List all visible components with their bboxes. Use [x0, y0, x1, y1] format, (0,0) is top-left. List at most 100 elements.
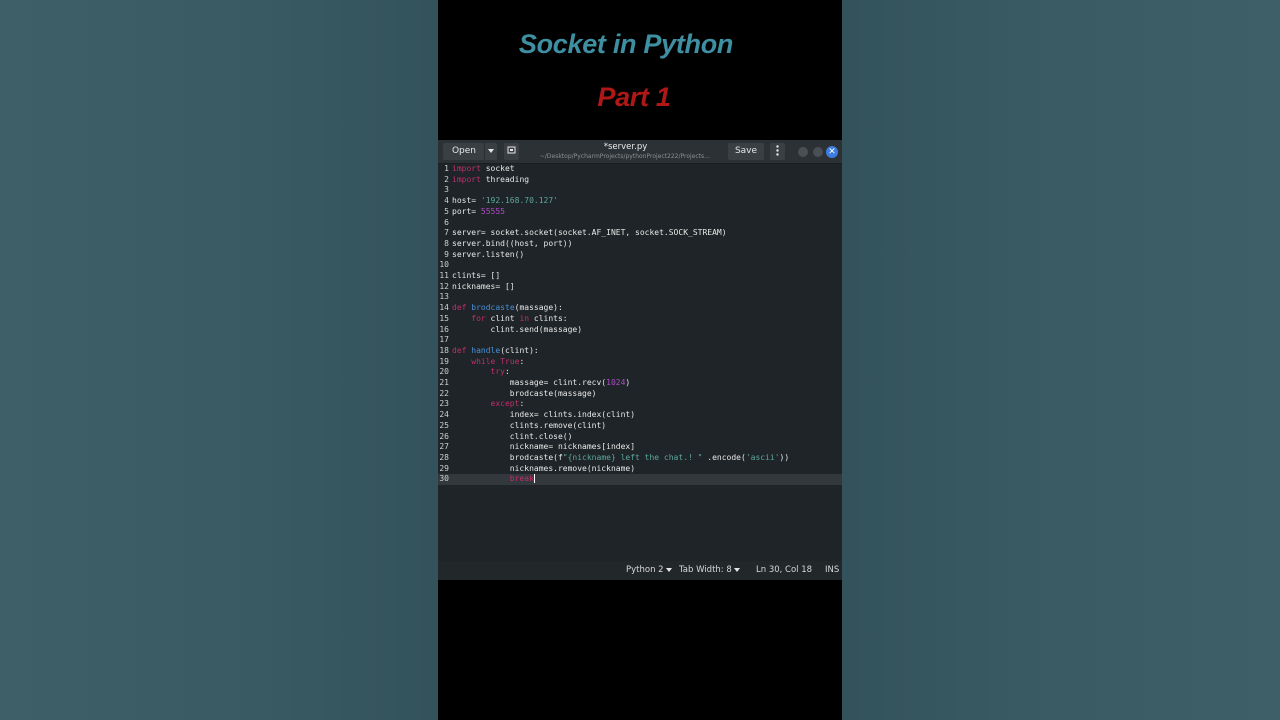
code-line[interactable]: 27 nickname= nicknames[index] — [438, 442, 842, 453]
code-line[interactable]: 15 for clint in clints: — [438, 314, 842, 325]
file-title: *server.py — [603, 142, 648, 152]
code-text: break — [509, 474, 535, 484]
close-icon: ✕ — [828, 147, 836, 157]
code-text: index= clints.index(clint) — [452, 410, 636, 420]
code-text: for clint in clints: — [471, 313, 568, 323]
code-text: server.listen() — [452, 249, 525, 259]
line-number: 4 — [444, 196, 449, 206]
line-number: 17 — [439, 335, 449, 345]
code-line[interactable]: 7 server= socket.socket(socket.AF_INET, s… — [438, 228, 842, 239]
line-number: 3 — [444, 185, 449, 195]
line-number: 7 — [444, 228, 449, 238]
code-line[interactable]: 24 index= clints.index(clint) — [438, 410, 842, 421]
code-line[interactable]: 10 — [438, 260, 842, 271]
main-menu-button[interactable] — [770, 143, 785, 160]
code-text: def handle(clint): — [452, 345, 539, 355]
code-line[interactable]: 4 host= '192.168.70.127' — [438, 196, 842, 207]
code-line[interactable]: 20 try: — [438, 367, 842, 378]
code-line[interactable]: 30 break — [438, 474, 842, 485]
code-line[interactable]: 8 server.bind((host, port)) — [438, 239, 842, 250]
code-text: while True: — [471, 356, 525, 366]
line-number: 29 — [439, 463, 449, 473]
code-text: host= '192.168.70.127' — [452, 196, 558, 206]
line-number: 16 — [439, 324, 449, 334]
code-line[interactable]: 23 except: — [438, 399, 842, 410]
code-line[interactable]: 21 massage= clint.recv(1024) — [438, 378, 842, 389]
chevron-down-icon — [488, 148, 494, 153]
line-number: 26 — [439, 431, 449, 441]
line-number: 22 — [439, 388, 449, 398]
code-line[interactable]: 11 clints= [] — [438, 271, 842, 282]
line-number: 19 — [439, 356, 449, 366]
code-text: def brodcaste(massage): — [452, 303, 563, 313]
code-text: brodcaste(f"{nickname} left the chat.! "… — [452, 452, 790, 462]
open-menu-button[interactable] — [484, 143, 497, 160]
video-frame: Socket in Python Part 1 Open *server.py … — [438, 0, 842, 720]
line-number: 12 — [439, 281, 449, 291]
code-text: clints= [] — [452, 271, 501, 280]
code-line[interactable]: 9 server.listen() — [438, 250, 842, 261]
text-editor-window: Open *server.py ~/Desktop/PycharmProject… — [438, 140, 842, 580]
code-line[interactable]: 18 def handle(clint): — [438, 346, 842, 357]
open-button[interactable]: Open — [443, 143, 485, 160]
code-text: import socket — [452, 164, 515, 173]
code-text: server= socket.socket(socket.AF_INET, so… — [452, 228, 727, 238]
save-button[interactable]: Save — [728, 143, 764, 160]
code-editor[interactable]: 1 import socket 2 import threading 3 4 host= '… — [438, 164, 842, 564]
code-line[interactable]: 26 clint.close() — [438, 432, 842, 443]
chevron-down-icon — [666, 567, 673, 572]
chevron-down-icon — [734, 567, 741, 572]
minimize-button[interactable] — [798, 147, 808, 157]
code-line[interactable]: 29 nicknames.remove(nickname) — [438, 464, 842, 475]
code-text: clints.remove(clint) — [452, 420, 607, 430]
code-line[interactable]: 25 clints.remove(clint) — [438, 421, 842, 432]
code-text: clint.send(massage) — [452, 324, 583, 334]
code-line[interactable]: 14 def brodcaste(massage): — [438, 303, 842, 314]
language-selector[interactable]: Python 2 — [626, 565, 673, 575]
code-line[interactable]: 16 clint.send(massage) — [438, 325, 842, 336]
line-number: 24 — [439, 410, 449, 420]
code-text: nicknames.remove(nickname) — [452, 463, 636, 473]
line-number: 8 — [444, 238, 449, 248]
tab-width-selector[interactable]: Tab Width: 8 — [679, 565, 741, 575]
line-number: 30 — [439, 474, 449, 484]
file-path: ~/Desktop/PycharmProjects/pythonProject2… — [539, 153, 711, 160]
video-subtitle: Part 1 — [597, 82, 671, 112]
code-line[interactable]: 1 import socket — [438, 164, 842, 175]
code-text: port= 55555 — [452, 206, 505, 216]
code-text: brodcaste(massage) — [452, 388, 597, 398]
new-document-button[interactable] — [504, 143, 519, 160]
line-number: 23 — [439, 399, 449, 409]
code-line[interactable]: 3 — [438, 185, 842, 196]
close-button[interactable]: ✕ — [826, 146, 838, 158]
code-line[interactable]: 13 — [438, 292, 842, 303]
cursor-position[interactable]: Ln 30, Col 18 — [756, 565, 812, 575]
line-number: 5 — [444, 206, 449, 216]
code-line[interactable]: 19 while True: — [438, 357, 842, 368]
line-number: 28 — [439, 452, 449, 462]
code-text: nickname= nicknames[index] — [452, 442, 636, 452]
line-number: 14 — [439, 303, 449, 313]
line-number: 9 — [444, 249, 449, 259]
line-number: 1 — [444, 164, 449, 173]
new-document-icon — [507, 146, 516, 154]
code-line[interactable]: 12 nicknames= [] — [438, 282, 842, 293]
line-number: 18 — [439, 345, 449, 355]
maximize-button[interactable] — [813, 147, 823, 157]
code-line[interactable]: 5 port= 55555 — [438, 207, 842, 218]
code-line[interactable]: 22 brodcaste(massage) — [438, 389, 842, 400]
code-line[interactable]: 2 import threading — [438, 175, 842, 186]
code-text: import threading — [452, 174, 530, 184]
line-number: 2 — [444, 174, 449, 184]
line-number: 20 — [439, 367, 449, 377]
code-text: except: — [490, 399, 525, 409]
language-label: Python 2 — [626, 565, 664, 575]
code-line[interactable]: 28 brodcaste(f"{nickname} left the chat.… — [438, 453, 842, 464]
code-line[interactable]: 6 — [438, 218, 842, 229]
code-text: massage= clint.recv(1024) — [452, 378, 631, 387]
line-number: 6 — [444, 217, 449, 227]
code-text: nicknames= [] — [452, 281, 515, 291]
editor-header-bar: Open *server.py ~/Desktop/PycharmProject… — [438, 140, 842, 164]
code-line[interactable]: 17 — [438, 335, 842, 346]
line-number: 13 — [439, 292, 449, 302]
